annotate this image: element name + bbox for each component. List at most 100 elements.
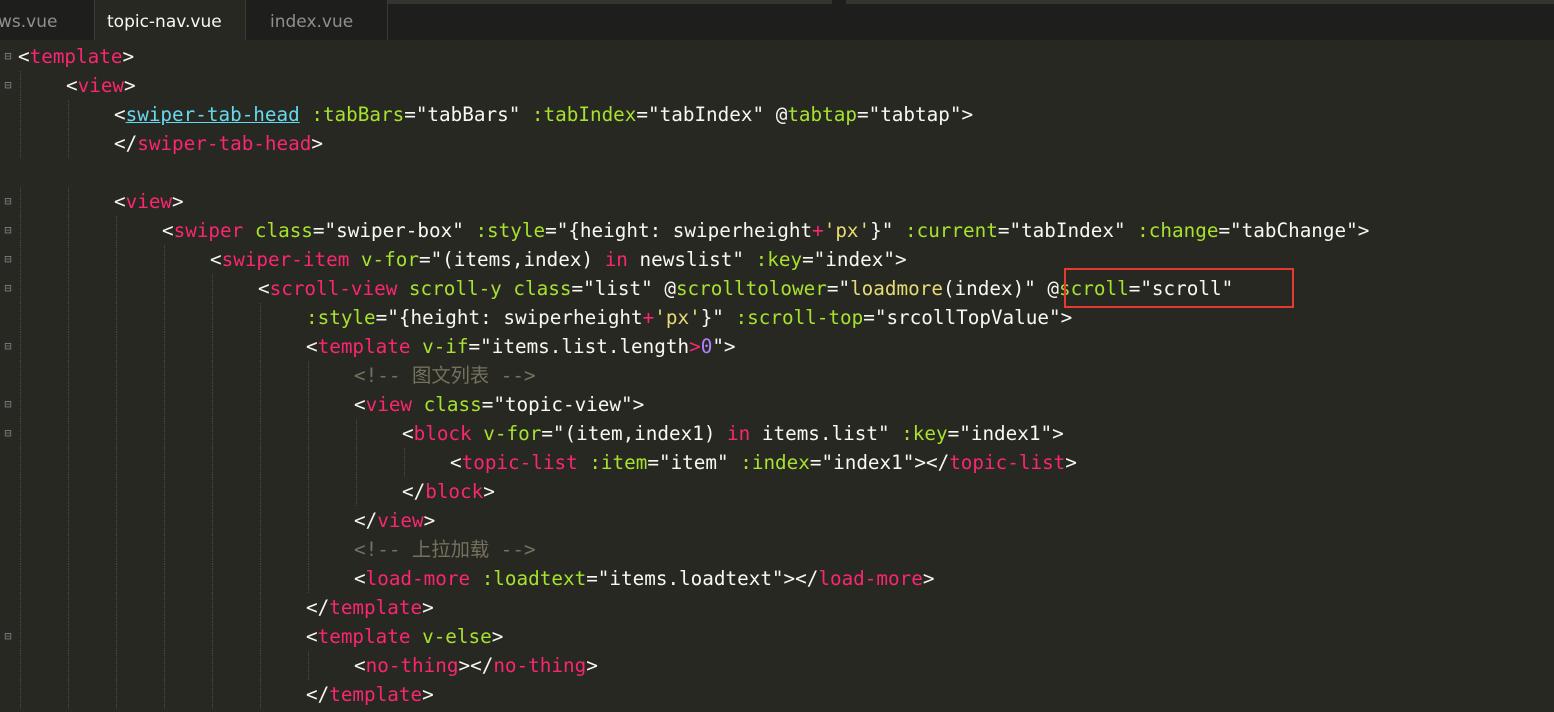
token-punct: = — [647, 451, 659, 474]
indent-guide — [20, 361, 21, 390]
token-punct: = — [312, 219, 325, 242]
token-tag: swiper-tab-head — [137, 132, 312, 155]
token-punct — [729, 451, 741, 474]
token-punct: = — [997, 219, 1010, 242]
token-str: loadmore — [850, 277, 943, 300]
token-tag: template — [329, 683, 423, 706]
token-punct: }" — [870, 219, 894, 242]
token-punct: = — [863, 306, 875, 329]
token-punct: </ — [354, 509, 378, 532]
indent-guide — [68, 448, 69, 477]
token-punct: " — [712, 335, 724, 358]
token-op: in — [604, 248, 628, 271]
indent-guide — [116, 535, 117, 564]
indent-guide — [308, 419, 309, 448]
code-line: <scroll-view scroll-y class="list" @scro… — [258, 274, 1233, 303]
token-tag: scroll-view — [269, 277, 398, 300]
code-editor[interactable]: ⊟ <template> ⊟ <view> <swiper-tab-head :tabB… — [0, 40, 1554, 712]
indent-guide — [212, 274, 213, 303]
token-punct: < — [354, 393, 366, 416]
indent-guide — [68, 245, 69, 274]
token-cmt: <!-- 上拉加载 --> — [354, 538, 536, 561]
indent-guide — [20, 71, 21, 100]
token-punct: > — [1052, 422, 1064, 445]
token-punct: > — [483, 480, 495, 503]
tab-index-vue[interactable]: index.vue — [246, 0, 386, 40]
indent-guide — [164, 564, 165, 593]
fold-toggle-icon[interactable]: ⊟ — [2, 390, 14, 419]
code-line: <view> — [66, 71, 136, 100]
indent-guide — [68, 593, 69, 622]
indent-guide — [20, 564, 21, 593]
token-tag: swiper-item — [221, 248, 350, 271]
indent-guide — [20, 245, 21, 274]
indent-guide — [212, 332, 213, 361]
token-attr: scrolltolower — [675, 277, 827, 300]
tab-separator — [387, 0, 388, 40]
token-punct: > — [491, 625, 504, 648]
gutter-marker — [2, 651, 14, 680]
token-tag: block — [413, 422, 472, 445]
tab-topic-nav-vue[interactable]: topic-nav.vue — [95, 0, 245, 40]
indent-guide — [260, 332, 261, 361]
fold-toggle-icon[interactable]: ⊟ — [2, 216, 14, 245]
tab-news-vue[interactable]: ws.vue — [0, 0, 90, 40]
fold-toggle-icon[interactable]: ⊟ — [2, 71, 14, 100]
fold-toggle-icon[interactable]: ⊟ — [2, 274, 14, 303]
token-punct — [397, 277, 409, 300]
editor-window: ws.vue topic-nav.vue index.vue ⊟ <templat… — [0, 0, 1554, 712]
token-punct: "index1" — [959, 422, 1053, 445]
fold-toggle-icon[interactable]: ⊟ — [2, 419, 14, 448]
indent-guide — [116, 564, 117, 593]
token-punct: = — [468, 335, 481, 358]
token-op: + — [642, 306, 655, 329]
indent-guide — [116, 651, 117, 680]
indent-guide — [68, 361, 69, 390]
fold-toggle-icon[interactable]: ⊟ — [2, 42, 14, 71]
fold-toggle-icon[interactable]: ⊟ — [2, 622, 14, 651]
token-punct — [893, 219, 905, 242]
gutter-marker — [2, 448, 14, 477]
code-line: <template> — [18, 42, 134, 71]
token-punct — [890, 422, 902, 445]
token-punct: < — [354, 567, 366, 590]
token-punct: = — [802, 248, 814, 271]
token-punct: > — [1060, 306, 1073, 329]
token-punct: "items.loadtext" — [597, 567, 784, 590]
token-punct: = — [375, 306, 388, 329]
fold-toggle-icon[interactable]: ⊟ — [2, 332, 14, 361]
token-tag: template — [329, 596, 423, 619]
indent-guide — [164, 506, 165, 535]
indent-guide — [164, 680, 165, 709]
gutter-marker — [2, 361, 14, 390]
indent-guide — [404, 448, 405, 477]
token-punct: > — [961, 103, 974, 126]
gutter-marker — [2, 100, 14, 129]
indent-guide — [164, 593, 165, 622]
token-punct: > — [723, 335, 736, 358]
token-attr: :scroll-top — [735, 306, 864, 329]
fold-toggle-icon[interactable]: ⊟ — [2, 245, 14, 274]
token-punct: = — [636, 103, 649, 126]
token-tag: topic-list — [949, 451, 1066, 474]
token-punct: "srcollTopValue" — [874, 306, 1061, 329]
token-punct: = — [541, 422, 553, 445]
token-punct: > — [122, 45, 135, 68]
code-line: <block v-for="(item,index1) in items.lis… — [402, 419, 1064, 448]
fold-toggle-icon[interactable]: ⊟ — [2, 187, 14, 216]
indent-guide — [164, 419, 165, 448]
indent-guide — [20, 303, 21, 332]
indent-guide — [68, 274, 69, 303]
indent-guide — [212, 506, 213, 535]
indent-guide — [212, 303, 213, 332]
token-punct: newslist" — [627, 248, 745, 271]
token-punct: = — [1218, 219, 1231, 242]
token-punct — [410, 335, 422, 358]
token-attr: v-if — [422, 335, 469, 358]
indent-guide — [260, 651, 261, 680]
indent-guide — [164, 332, 165, 361]
token-punct — [300, 103, 312, 126]
indent-guide — [212, 477, 213, 506]
token-punct: < — [258, 277, 270, 300]
token-punct: "(item,index1) — [552, 422, 728, 445]
